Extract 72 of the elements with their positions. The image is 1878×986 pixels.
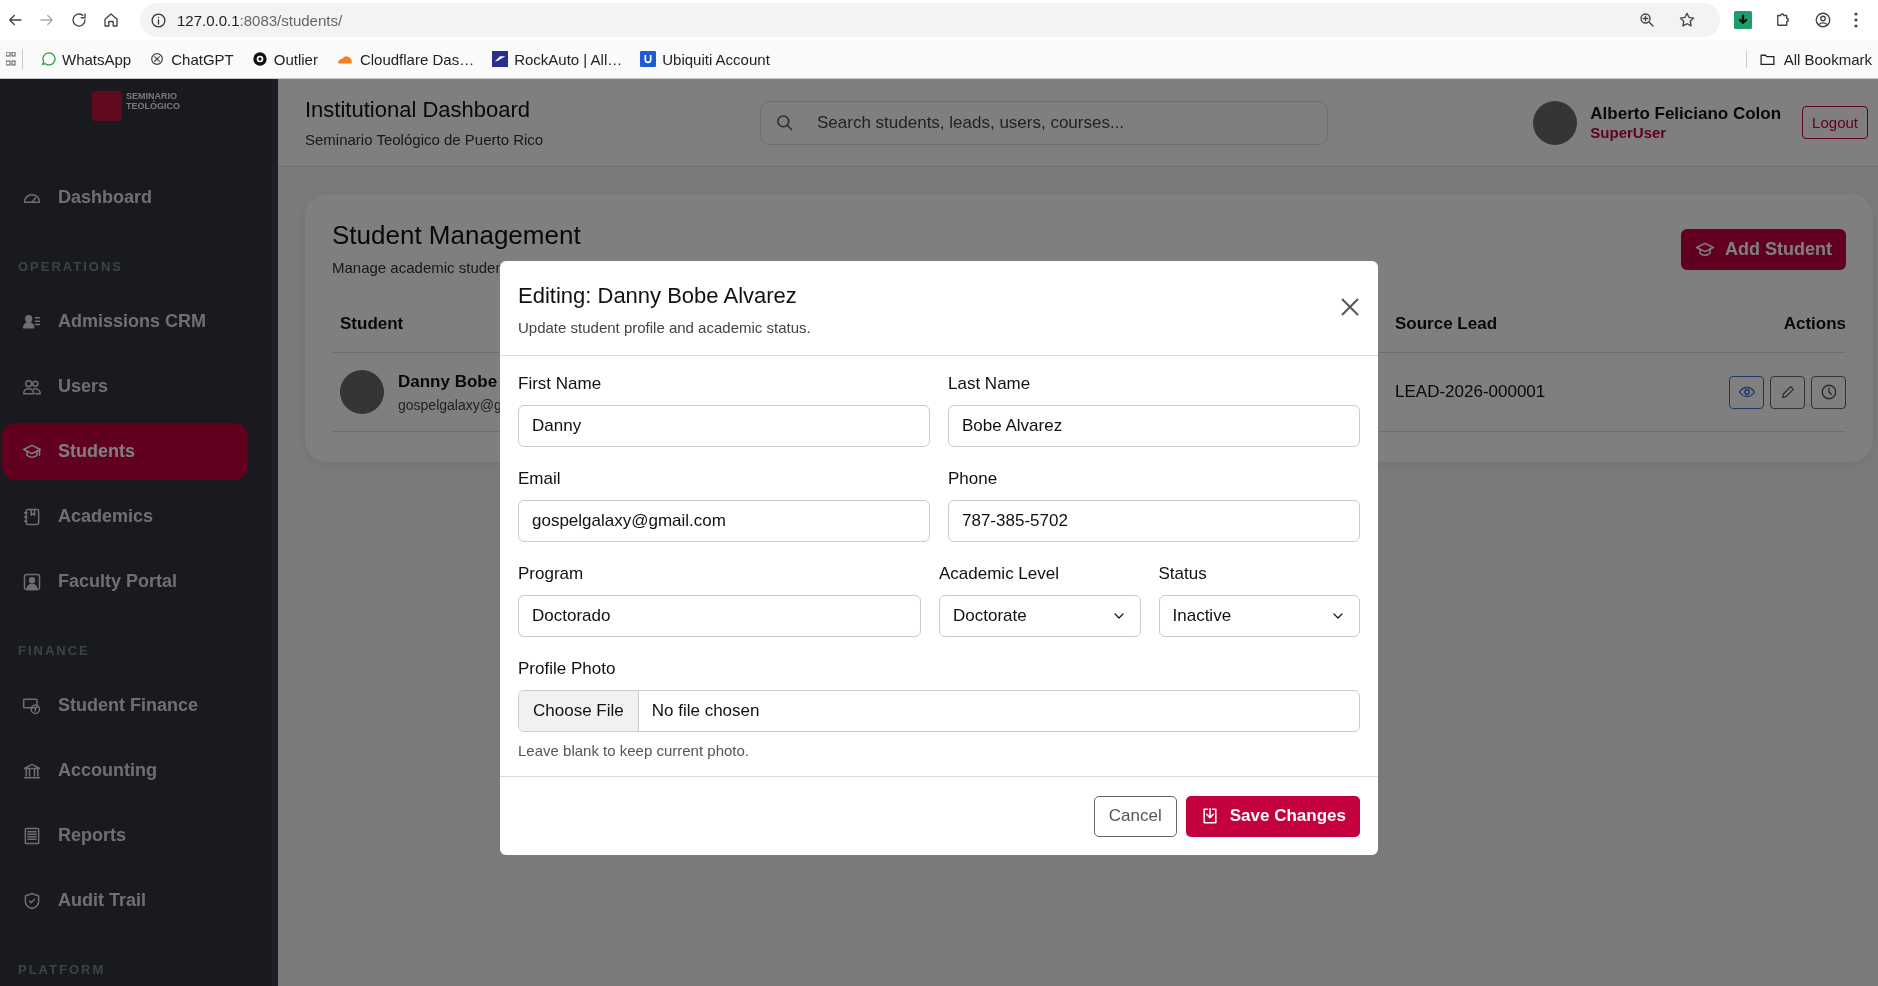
search-field[interactable]: Search students, leads, users, courses... (760, 100, 1328, 145)
bookmark[interactable]: Cloudflare Das… (326, 50, 484, 68)
chat-bubble-icon (40, 51, 56, 67)
all-bookmarks[interactable]: All Bookmark (1745, 50, 1872, 68)
dialog-title: Editing: Danny Bobe Alvarez (518, 283, 798, 309)
star-icon (1678, 11, 1696, 29)
header-subtitle: Seminario Teológico de Puerto Rico (305, 131, 545, 148)
apps-grid-icon[interactable] (6, 52, 16, 66)
text-field[interactable]: Danny (518, 405, 930, 447)
u-logo-icon (640, 51, 657, 67)
cancel-button[interactable]: Cancel (1093, 795, 1177, 837)
reload-icon (70, 11, 88, 29)
swoosh-icon (492, 51, 509, 67)
knot-icon (149, 51, 166, 67)
search-icon (775, 112, 795, 133)
bookmark[interactable]: ChatGPT (140, 50, 243, 68)
field-label: Status (1158, 564, 1208, 584)
field-label: Profile Photo (518, 659, 617, 679)
column-header: Student (340, 314, 404, 334)
text-field[interactable]: gospelgalaxy@gmail.com (518, 500, 930, 542)
dropdown[interactable]: Inactive (1158, 595, 1360, 637)
text-field[interactable]: 787-385-5702 (948, 500, 1360, 542)
logo-mark-icon (92, 91, 122, 121)
student-name: Danny Bobe (398, 371, 499, 392)
edit-button[interactable] (1770, 375, 1805, 409)
choose-file-button[interactable]: Choose File (519, 691, 639, 731)
download-extension-icon[interactable] (1734, 11, 1752, 29)
file-input[interactable]: Choose File No file chosen (518, 690, 1360, 732)
view-button[interactable] (1729, 375, 1764, 409)
shield-check-icon (22, 890, 42, 911)
field-label: Last Name (948, 374, 1032, 394)
home-icon (102, 11, 120, 29)
field-label: Academic Level (939, 564, 1060, 584)
bookmark[interactable]: Ubiquiti Account (631, 50, 779, 68)
field-label: Phone (948, 469, 999, 489)
dialog-subtitle: Update student profile and academic status. (518, 319, 812, 336)
student-email: gospelgalaxy@g (398, 396, 502, 413)
dropdown[interactable]: Doctorate (939, 595, 1141, 637)
bookmark[interactable]: WhatsApp (31, 50, 141, 68)
bookmark[interactable]: Outlier (242, 50, 327, 68)
pencil-icon (1779, 384, 1796, 400)
header-title: Institutional Dashboard (305, 97, 532, 123)
text-field[interactable]: Bobe Alvarez (948, 405, 1360, 447)
url-text[interactable]: 127.0.0.1:8083/students/ (177, 11, 343, 29)
bookmark[interactable]: RockAuto | All… (483, 50, 632, 68)
column-header: Source Lead (1395, 314, 1499, 334)
info-icon (150, 11, 167, 29)
zoom-in-icon (1638, 11, 1656, 29)
menu-icon[interactable] (1854, 12, 1858, 28)
user-name: Alberto Feliciano Colon (1590, 104, 1782, 124)
help-text: Leave blank to keep current photo. (518, 742, 750, 759)
avatar (340, 370, 384, 414)
field-label: Email (518, 469, 562, 489)
field-label: Program (518, 564, 585, 584)
history-button[interactable] (1811, 375, 1846, 409)
field-label: First Name (518, 374, 603, 394)
profile-icon (1814, 11, 1832, 29)
column-header: Actions (1783, 314, 1846, 334)
clock-icon (1819, 383, 1838, 401)
ring-icon (251, 51, 268, 67)
notebook-icon (22, 506, 42, 527)
close-button[interactable] (1340, 297, 1360, 317)
person-frame-icon (22, 571, 42, 592)
puzzle-icon (1774, 11, 1792, 29)
report-icon (22, 825, 42, 846)
user-role: SuperUser (1590, 124, 1668, 141)
page-title: Student Management (332, 220, 581, 251)
save-changes-button[interactable]: Save Changes (1185, 795, 1360, 837)
text-field[interactable]: Doctorado (518, 595, 921, 637)
search-input[interactable]: Search students, leads, users, courses... (815, 111, 1313, 134)
table-cell-text: LEAD-2026-000001 (1395, 382, 1547, 402)
logo-text: SEMINARIO TEOLÓGICO (126, 91, 180, 111)
